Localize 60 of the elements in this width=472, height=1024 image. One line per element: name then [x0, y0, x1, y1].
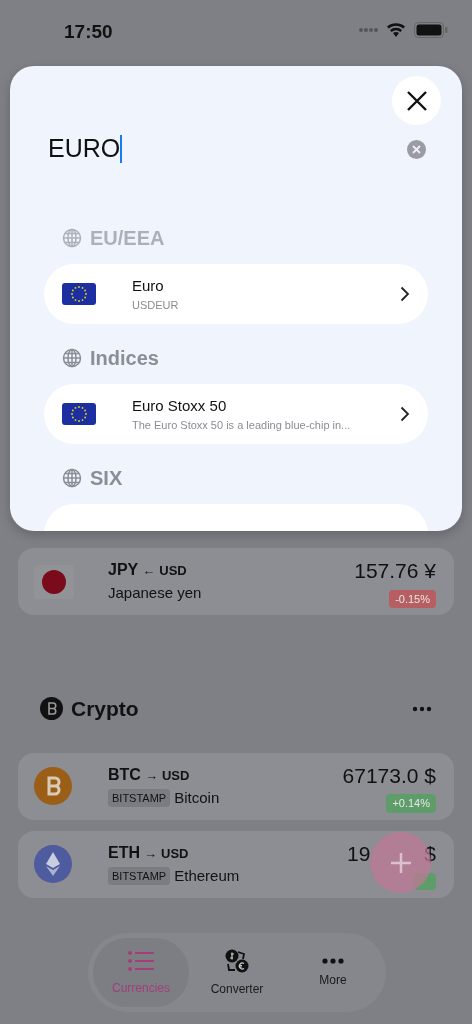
- clear-icon: [407, 139, 426, 159]
- arrow-icon: →: [144, 765, 158, 786]
- base-code: USD: [159, 562, 187, 581]
- currency-row[interactable]: ETH → USD BITSTAMP Ethereum 19 $: [18, 830, 454, 898]
- change-badge: +0.14%: [386, 794, 436, 813]
- close-icon: [405, 89, 428, 112]
- base-code: USD: [161, 766, 190, 785]
- plus-icon: [389, 851, 412, 874]
- result-title: Euro Stoxx 50: [132, 395, 228, 416]
- clock-time: 17:50: [64, 20, 113, 44]
- currency-name: Ethereum: [174, 865, 240, 886]
- section-title: Crypto: [71, 696, 139, 722]
- more-icon: [321, 956, 345, 965]
- flag-icon: [34, 564, 74, 599]
- base-code: USD: [161, 844, 189, 863]
- section-title: Indices: [90, 346, 159, 371]
- globe-icon: [62, 468, 82, 488]
- currency-code: JPY: [108, 560, 139, 581]
- arrow-icon: →: [144, 843, 157, 864]
- currency-exchange-icon: [224, 947, 250, 974]
- globe-icon: [62, 228, 82, 248]
- battery-icon: [414, 22, 448, 38]
- close-button[interactable]: [392, 76, 441, 125]
- arrow-icon: ←: [142, 561, 156, 581]
- section-title: SIX: [90, 466, 123, 491]
- tab-button[interactable]: Converter: [189, 938, 285, 1007]
- coin-icon: [40, 697, 63, 721]
- result-title: Euro: [132, 275, 165, 296]
- change-badge: -0.15%: [389, 589, 436, 608]
- result-subtitle: The Euro Stoxx 50 is a leading blue-chip in...: [132, 418, 352, 433]
- currency-code: BTC: [108, 764, 141, 785]
- more-icon: [412, 705, 432, 712]
- list-icon: [127, 948, 155, 973]
- section-title: EU/EEA: [90, 226, 165, 251]
- result-row[interactable]: Euro USDEUR: [44, 264, 428, 324]
- result-row[interactable]: Euro Stoxx 50 The Euro Stoxx 50 is a leading blue-chip in...: [44, 384, 428, 444]
- result-subtitle: USDEUR: [132, 298, 180, 313]
- globe-icon: [62, 348, 82, 368]
- price-text: 67173.0 $: [342, 762, 436, 789]
- exchange-tag: BITSTAMP: [108, 788, 171, 808]
- exchange-tag: BITSTAMP: [108, 866, 171, 886]
- coin-icon: [34, 845, 72, 883]
- flag-icon: [62, 403, 96, 425]
- search-field[interactable]: EURO: [48, 130, 123, 168]
- chevron-icon: [400, 286, 410, 302]
- price-text: 157.76 ¥: [354, 558, 436, 584]
- currency-row[interactable]: BTC → USD BITSTAMP Bitcoin 67173.0 $ +0.14%: [18, 752, 454, 820]
- flag-icon: [62, 283, 96, 305]
- currency-code: ETH: [108, 842, 140, 863]
- chevron-icon: [400, 406, 410, 422]
- tab-button[interactable]: More: [285, 938, 381, 1007]
- price-text: $: [424, 841, 436, 868]
- signal-icon: [358, 27, 378, 33]
- currency-name: Japanese yen: [108, 583, 202, 604]
- price-text: 19: [346, 841, 371, 868]
- wifi-icon: [386, 22, 406, 38]
- clear-button[interactable]: [407, 139, 426, 159]
- coin-icon: [34, 767, 72, 805]
- currency-name: Bitcoin: [174, 787, 220, 808]
- currency-row[interactable]: JPY ← USD Japanese yen 157.76 ¥ -0.15%: [18, 548, 454, 615]
